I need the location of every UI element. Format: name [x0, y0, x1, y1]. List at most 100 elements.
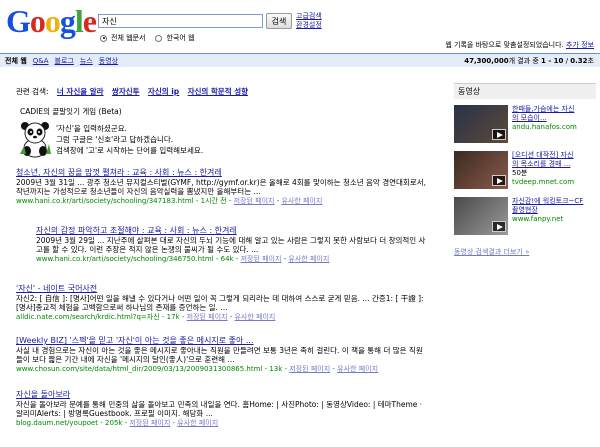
related-link-4[interactable]: 자신의 학문적 성향 — [188, 87, 248, 96]
related-link-1[interactable]: 너 자신을 알라 — [57, 87, 104, 96]
search-result: '자신' - 네이트 국어사전 자신2: [ 自信 ]: [명사]어떤 일을 해… — [16, 284, 428, 322]
play-icon — [492, 175, 506, 186]
video-title-link[interactable]: 자신감!에 워킹토크~CF — [512, 197, 596, 206]
scope-korean-label[interactable]: 한국어 웹 — [166, 33, 194, 43]
similar-link[interactable]: 유사한 페이지 — [288, 255, 329, 263]
similar-link[interactable]: 유사한 페이지 — [234, 313, 275, 321]
tab-video[interactable]: 동영상 — [99, 56, 118, 66]
scope-web-radio[interactable] — [100, 34, 107, 42]
video-source: tvdeep.mnet.com — [512, 178, 575, 186]
search-result: 자신의 감정 파악하고 조절해야 : 교육 : 사회 : 뉴스 : 한겨레 20… — [36, 226, 428, 264]
logo-letter: o — [29, 3, 46, 39]
search-input[interactable] — [98, 14, 263, 28]
result-meta: www.hani.co.kr/arti/society/schooling/34… — [36, 254, 330, 263]
related-link-3[interactable]: 자신의 ip — [148, 87, 179, 96]
logo-letter: o — [44, 3, 61, 39]
video-item[interactable]: 자신감!에 워킹토크~CF 촬영현장 www.fanpy.net — [454, 195, 596, 241]
onebox-line: '자신'을 입력하셨군요. — [56, 124, 127, 133]
result-title-link[interactable]: '자신' - 네이트 국어사전 — [16, 284, 428, 294]
result-url: www.chosun.com/site/data/html_dir/2009/0… — [16, 364, 263, 373]
result-meta: blog.daum.net/youpoet - 205k - 저장된 페이지 -… — [16, 418, 219, 427]
result-range: 1 - 10 — [541, 57, 564, 65]
result-count: 47,300,000 — [464, 57, 509, 65]
cached-link[interactable]: 저장된 페이지 — [129, 419, 170, 427]
search-scope: 전체 웹문서 한국어 웹 — [100, 33, 200, 43]
result-url: blog.daum.net/youpoet — [16, 418, 99, 427]
logo-letter: G — [6, 3, 31, 39]
logo-letter: l — [74, 3, 84, 39]
result-snippet: 자신을 돌아보라 문예를 통해 민중의 삶을 돌아보고 민족의 내일을 연다. … — [16, 399, 423, 419]
cached-link[interactable]: 저장된 페이지 — [241, 255, 282, 263]
result-title-link[interactable]: [Weekly BIZ] '스펙'을 믿고 '자신'이 아는 것을 좋은 메시지… — [16, 336, 428, 346]
video-info: [오디션 대작전] 자신 의 목소리를 경매 ... 50분 tvdeep.mn… — [512, 151, 596, 187]
onebox-line: 그럼 구글은 '신호'라고 답하겠습니다. — [56, 135, 174, 144]
preferences-link[interactable]: 환경설정 — [296, 21, 322, 30]
scope-korean-radio[interactable] — [155, 34, 163, 42]
advanced-search-link[interactable]: 고급검색 — [296, 12, 322, 21]
result-title-link[interactable]: 자신의 감정 파악하고 조절해야 : 교육 : 사회 : 뉴스 : 한겨레 — [36, 226, 428, 236]
related-label: 관련 검색: — [16, 87, 49, 96]
personalization-note: 웹 기록을 바탕으로 맞춤설정되었습니다. 추가 정보 — [445, 40, 594, 50]
google-logo[interactable]: Google — [6, 3, 97, 39]
result-snippet: 2009년 3월 31일 ... 광주 청소년 뮤지컬스티벌(GYMF, htt… — [16, 177, 426, 197]
video-title-link-cont[interactable]: 의 모습이... — [512, 114, 596, 123]
panda-icon — [20, 122, 51, 158]
play-icon — [492, 221, 506, 232]
video-results-panel: 동영상 한때들,가슴에는 자신 의 모습이... andu.hanafos.co… — [454, 83, 596, 257]
search-button[interactable]: 검색 — [266, 13, 292, 29]
related-searches: 관련 검색: 너 자신을 알라 쌍자신투 자신의 ip 자신의 학문적 성향 — [16, 86, 248, 97]
onebox-title: CADIE의 끝말잇기 게임 (Beta) — [20, 107, 122, 116]
tab-blog[interactable]: 블로그 — [55, 56, 74, 66]
cached-link[interactable]: 저장된 페이지 — [234, 197, 275, 205]
result-meta: www.hani.co.kr/arti/society/schooling/34… — [16, 196, 323, 205]
video-item[interactable]: 한때들,가슴에는 자신 의 모습이... andu.hanafos.com — [454, 103, 596, 149]
video-title-link[interactable]: [오디션 대작전] 자신 — [512, 151, 596, 160]
cached-link[interactable]: 저장된 페이지 — [289, 365, 330, 373]
similar-link[interactable]: 유사한 페이지 — [177, 419, 218, 427]
tab-qna[interactable]: Q&A — [33, 57, 49, 65]
video-item[interactable]: [오디션 대작전] 자신 의 목소리를 경매 ... 50분 tvdeep.mn… — [454, 149, 596, 195]
related-link-2[interactable]: 쌍자신투 — [112, 87, 140, 96]
cadie-onebox: CADIE의 끝말잇기 게임 (Beta) '자신'을 입력하셨군요. 그럼 구… — [16, 106, 346, 158]
scope-web-label[interactable]: 전체 웹문서 — [111, 33, 145, 43]
video-title-link[interactable]: 한때들,가슴에는 자신 — [512, 105, 596, 114]
result-url: alldic.nate.com/search/krdic.html?q=자신 — [16, 312, 160, 321]
video-title-link-cont[interactable]: 촬영현장 — [512, 206, 596, 215]
similar-link[interactable]: 유사한 페이지 — [337, 365, 378, 373]
video-source: www.fanpy.net — [512, 215, 564, 223]
logo-letter: g — [59, 3, 76, 39]
result-title-link[interactable]: 청소년, 자신의 꿈을 맘껏 펼쳐라 : 교육 : 사회 : 뉴스 : 한겨레 — [16, 168, 428, 178]
result-url: www.hani.co.kr/arti/society/schooling/34… — [36, 254, 214, 263]
more-videos-link[interactable]: 동영상 검색결과 더보기 » — [454, 247, 596, 257]
result-snippet: 자신2: [ 自信 ]: [명사]어떤 일을 해낼 수 있다거나 어떤 일이 꼭… — [16, 293, 424, 313]
result-snippet: 사실 내 경험으로는 자신이 아는 것을 좋은 메시지로 좋아내는 직원을 만들… — [16, 345, 423, 365]
search-options: 고급검색 환경설정 — [296, 12, 322, 30]
onebox-lines: '자신'을 입력하셨군요. 그럼 구글은 '신호'라고 답하겠습니다. 검색창에… — [56, 123, 203, 156]
video-info: 자신감!에 워킹토크~CF 촬영현장 www.fanpy.net — [512, 197, 596, 224]
search-result: 청소년, 자신의 꿈을 맘껏 펼쳐라 : 교육 : 사회 : 뉴스 : 한겨레 … — [16, 168, 428, 206]
search-result: 자신을 돌아보라 자신을 돌아보라 문예를 통해 민중의 삶을 돌아보고 민족의… — [16, 390, 428, 428]
video-source: andu.hanafos.com — [512, 123, 577, 131]
video-thumbnail[interactable] — [454, 105, 508, 143]
video-thumbnail[interactable] — [454, 197, 508, 235]
onebox-line: 검색창에 '고'로 시작하는 단어를 입력해보세요. — [56, 146, 204, 155]
video-duration: 50분 — [512, 169, 528, 177]
result-title-link[interactable]: 자신을 돌아보라 — [16, 390, 428, 400]
tab-all-web[interactable]: 전체 웹 — [5, 56, 27, 66]
logo-letter: e — [82, 3, 97, 39]
result-url: www.hani.co.kr/arti/society/schooling/34… — [16, 196, 194, 205]
similar-link[interactable]: 유사한 페이지 — [281, 197, 322, 205]
history-note-text: 웹 기록을 바탕으로 맞춤설정되었습니다. — [445, 41, 564, 49]
result-tabs-bar: 전체 웹 Q&A 블로그 뉴스 동영상 47,300,000개 결과 중 1 -… — [0, 53, 600, 67]
video-thumbnail[interactable] — [454, 151, 508, 189]
video-title-link-cont[interactable]: 의 목소리를 경매 ... — [512, 160, 596, 169]
play-icon — [492, 129, 506, 140]
cached-link[interactable]: 저장된 페이지 — [187, 313, 228, 321]
result-meta: www.chosun.com/site/data/html_dir/2009/0… — [16, 364, 379, 373]
tab-news[interactable]: 뉴스 — [80, 56, 93, 66]
result-stats: 47,300,000개 결과 중 1 - 10 / 0.32초 — [464, 57, 594, 65]
result-snippet: 2009년 3월 29일 ... 지난주에 살펴본 대로 자신의 두뇌 기능에 … — [36, 235, 426, 255]
video-heading: 동영상 — [454, 83, 596, 99]
more-info-link[interactable]: 추가 정보 — [566, 41, 594, 49]
search-result: [Weekly BIZ] '스펙'을 믿고 '자신'이 아는 것을 좋은 메시지… — [16, 336, 428, 374]
